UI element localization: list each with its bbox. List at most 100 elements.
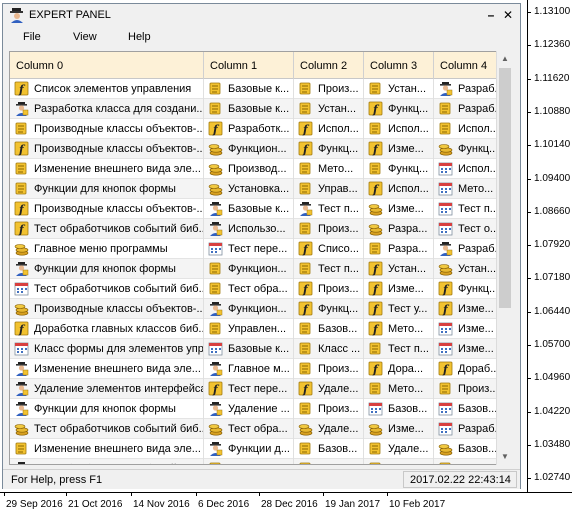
title-bar[interactable]: EXPERT PANEL – ✕ <box>3 4 520 26</box>
table-cell[interactable]: f Произ... <box>294 279 364 299</box>
table-row[interactable]: Функции для кнопок формы Установка... Упра… <box>10 179 508 199</box>
table-cell[interactable]: Установка... <box>204 179 294 199</box>
table-cell[interactable]: Испол... <box>364 119 434 139</box>
table-cell[interactable]: f Испол... <box>294 119 364 139</box>
table-cell[interactable]: Тест обработчиков событий биб... <box>10 419 204 439</box>
table-cell[interactable]: Управ... <box>294 179 364 199</box>
table-cell[interactable]: f Дора... <box>364 359 434 379</box>
table-cell[interactable]: Произ... <box>294 79 364 99</box>
table-cell[interactable]: Базовые к... <box>204 79 294 99</box>
table-cell[interactable]: Удаление ... <box>204 399 294 419</box>
table-cell[interactable]: f Список элементов управления <box>10 79 204 99</box>
table-row[interactable]: f Тест обработчиков событий биб... Использ… <box>10 219 508 239</box>
table-cell[interactable]: Функцион... <box>204 299 294 319</box>
table-row[interactable]: Разработка класса для создани... Базовые … <box>10 99 508 119</box>
table-cell[interactable]: Устан... <box>364 79 434 99</box>
table-cell[interactable]: Производные классы объектов-... <box>10 299 204 319</box>
table-cell[interactable]: Удале... <box>294 419 364 439</box>
table-cell[interactable]: Базов... <box>294 319 364 339</box>
table-row[interactable]: Изменение внешнего вида эле... Функции д.… <box>10 439 508 459</box>
column-header-0[interactable]: Column 0 <box>10 52 204 79</box>
table-row[interactable]: Изменение внешнего вида эле... Главное м.… <box>10 359 508 379</box>
table-cell[interactable]: Тест о... <box>434 219 504 239</box>
table-cell[interactable]: Тест пере... <box>204 239 294 259</box>
table-cell[interactable]: Функц... <box>434 139 504 159</box>
table-cell[interactable]: Изме... <box>364 419 434 439</box>
table-cell[interactable]: Тест п... <box>294 259 364 279</box>
table-cell[interactable]: Изме... <box>364 199 434 219</box>
table-cell[interactable]: Разра... <box>364 219 434 239</box>
table-cell[interactable]: Разработка класса для создани... <box>10 99 204 119</box>
table-cell[interactable]: Произ... <box>434 379 504 399</box>
table-cell[interactable]: Удале... <box>364 439 434 459</box>
table-cell[interactable]: Базов... <box>434 439 504 459</box>
table-cell[interactable]: Устан... <box>294 99 364 119</box>
table-cell[interactable]: Функции для кнопок формы <box>10 179 204 199</box>
table-row[interactable]: f Производные классы объектов-... Базовые … <box>10 199 508 219</box>
table-cell[interactable]: f Испол... <box>364 179 434 199</box>
table-row[interactable]: Главное меню программы Тест пере... f Списо… <box>10 239 508 259</box>
table-cell[interactable]: f Тест обработчиков событий биб... <box>10 219 204 239</box>
scroll-down-icon[interactable]: ▼ <box>497 449 513 465</box>
table-cell[interactable]: Функции д... <box>204 439 294 459</box>
table-cell[interactable]: f Изме... <box>364 279 434 299</box>
table-cell[interactable]: Удале... <box>434 459 504 464</box>
table-cell[interactable]: f Изме... <box>434 299 504 319</box>
table-row[interactable]: Тест обработчиков событий... Использо... Р… <box>10 459 508 464</box>
table-cell[interactable]: f Удале... <box>294 379 364 399</box>
table-cell[interactable]: f Мето... <box>364 319 434 339</box>
table-cell[interactable]: Тест обработчиков событий биб... <box>10 279 204 299</box>
table-cell[interactable]: Удаление элементов интерфейса <box>10 379 204 399</box>
table-cell[interactable]: Управлен... <box>204 319 294 339</box>
table-row[interactable]: Производные классы объектов-... Функцион.… <box>10 299 508 319</box>
column-header-3[interactable]: Column 3 <box>364 52 434 79</box>
table-cell[interactable]: Изменение внешнего вида эле... <box>10 359 204 379</box>
table-cell[interactable]: Мето... <box>434 179 504 199</box>
table-cell[interactable]: f Производные классы объектов-... <box>10 139 204 159</box>
table-cell[interactable]: f Разработк... <box>204 119 294 139</box>
table-cell[interactable]: Тест обра... <box>204 279 294 299</box>
table-cell[interactable]: Испол... <box>434 159 504 179</box>
table-row[interactable]: Функции для кнопок формы Функцион... Тест … <box>10 259 508 279</box>
table-cell[interactable]: Изменение внешнего вида эле... <box>10 159 204 179</box>
table-cell[interactable]: f Устан... <box>364 259 434 279</box>
table-cell[interactable]: Изменение внешнего вида эле... <box>10 439 204 459</box>
table-row[interactable]: Производные классы объектов-... f Разработ… <box>10 119 508 139</box>
table-cell[interactable]: Разра... <box>294 459 364 464</box>
table-cell[interactable]: Использо... <box>204 219 294 239</box>
table-cell[interactable]: Базов... <box>434 399 504 419</box>
table-cell[interactable]: Изме... <box>434 319 504 339</box>
close-button[interactable]: ✕ <box>501 8 515 22</box>
table-cell[interactable]: Мето... <box>294 159 364 179</box>
scroll-up-icon[interactable]: ▲ <box>497 51 513 67</box>
minimize-button[interactable]: – <box>484 8 498 22</box>
table-cell[interactable]: Произ... <box>294 359 364 379</box>
table-row[interactable]: Удаление элементов интерфейса f Тест пере.… <box>10 379 508 399</box>
table-cell[interactable]: Функц... <box>364 159 434 179</box>
time-scale[interactable]: 29 Sep 2016 21 Oct 2016 14 Nov 2016 6 Dec 2… <box>0 492 572 516</box>
expert-panel-window[interactable]: EXPERT PANEL – ✕ File View Help Column 0… <box>2 3 521 489</box>
table-cell[interactable]: Разраб... <box>434 239 504 259</box>
table-cell[interactable]: Базов... <box>294 439 364 459</box>
table-cell[interactable]: f Изме... <box>364 139 434 159</box>
table-cell[interactable]: Тест обработчиков событий... <box>10 459 204 464</box>
table-cell[interactable]: Главное меню программы <box>10 239 204 259</box>
table-cell[interactable]: Разраб... <box>434 99 504 119</box>
column-header-4[interactable]: Column 4 <box>434 52 504 79</box>
table-cell[interactable]: Базовые к... <box>204 199 294 219</box>
table-cell[interactable]: Испол... <box>434 119 504 139</box>
table-cell[interactable]: Функцион... <box>204 259 294 279</box>
table-cell[interactable]: Произ... <box>294 399 364 419</box>
table-row[interactable]: Тест обработчиков событий биб... Тест обр… <box>10 279 508 299</box>
menu-help[interactable]: Help <box>128 31 151 43</box>
table-cell[interactable]: Производные классы объектов-... <box>10 119 204 139</box>
table-cell[interactable]: Тест п... <box>364 339 434 359</box>
vertical-scrollbar[interactable]: ▲ ▼ <box>496 51 512 465</box>
table-cell[interactable]: Разраб... <box>434 79 504 99</box>
table-cell[interactable]: Мето... <box>364 379 434 399</box>
table-row[interactable]: Функции для кнопок формы Удаление ... Прои… <box>10 399 508 419</box>
table-cell[interactable]: Тест п... <box>294 199 364 219</box>
table-cell[interactable]: Производ... <box>204 159 294 179</box>
price-scale[interactable]: 1.13100 1.12360 1.11620 1.10880 1.10140 1.094… <box>527 0 572 492</box>
table-cell[interactable]: Разра... <box>364 239 434 259</box>
